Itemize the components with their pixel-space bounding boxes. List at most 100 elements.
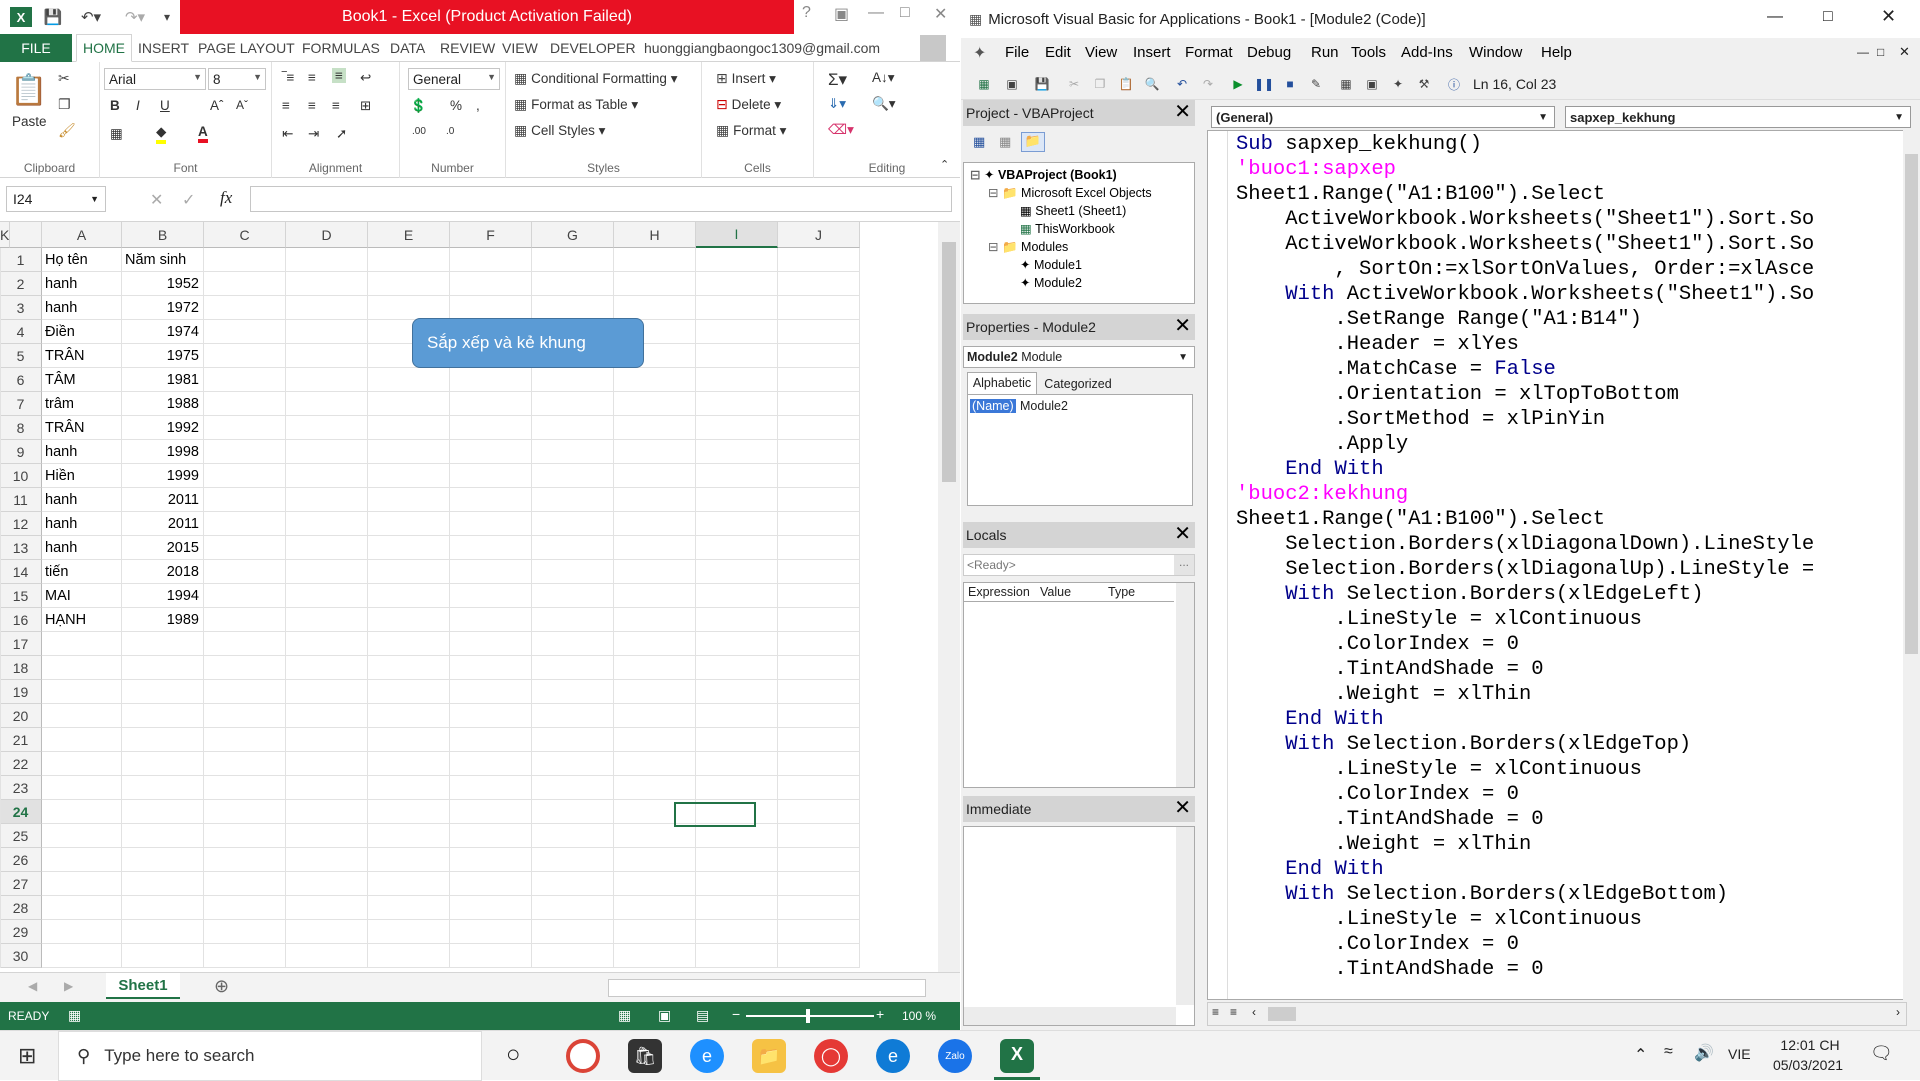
column-header[interactable]: B bbox=[122, 222, 204, 248]
row-header[interactable]: 3 bbox=[0, 296, 42, 320]
row-header[interactable]: 23 bbox=[0, 776, 42, 800]
vba-paste-icon[interactable]: 📋 bbox=[1117, 75, 1135, 93]
show-hidden-icons[interactable]: ⌃ bbox=[1634, 1045, 1647, 1065]
new-sheet-icon[interactable]: ⊕ bbox=[214, 976, 229, 997]
insert-cells-button[interactable]: ⊞ Insert ▾ bbox=[716, 70, 776, 87]
code-line[interactable]: 'buoc1:sapxep bbox=[1236, 158, 1396, 181]
row-header[interactable]: 2 bbox=[0, 272, 42, 296]
column-header[interactable]: H bbox=[614, 222, 696, 248]
row-header[interactable]: 17 bbox=[0, 632, 42, 656]
row-header[interactable]: 21 bbox=[0, 728, 42, 752]
zoom-thumb[interactable] bbox=[806, 1009, 810, 1023]
font-name-select[interactable]: Arial ▼ bbox=[104, 68, 206, 90]
vba-minimize-icon[interactable]: — bbox=[1767, 8, 1783, 26]
cell-year[interactable]: 1981 bbox=[125, 368, 199, 392]
scroll-left-icon[interactable]: ‹ bbox=[1252, 1005, 1256, 1019]
wrap-text-icon[interactable]: ↩ bbox=[360, 70, 371, 86]
volume-icon[interactable]: 🔊 bbox=[1694, 1043, 1714, 1063]
code-line[interactable]: End With bbox=[1236, 858, 1383, 881]
cell-name[interactable]: trâm bbox=[45, 392, 117, 416]
file-explorer-icon[interactable]: 📁 bbox=[752, 1039, 786, 1073]
macro-record-icon[interactable]: ▦ bbox=[68, 1007, 81, 1024]
locals-pane-close-icon[interactable]: ✕ bbox=[1174, 524, 1191, 544]
row-header[interactable]: 10 bbox=[0, 464, 42, 488]
macro-button[interactable]: Sắp xếp và kẻ khung bbox=[412, 318, 644, 368]
tab-insert[interactable]: INSERT bbox=[138, 34, 189, 62]
vba-close-icon[interactable]: ✕ bbox=[1881, 6, 1896, 27]
immediate-input[interactable] bbox=[963, 826, 1195, 1026]
cell-year[interactable]: 2011 bbox=[125, 512, 199, 536]
scroll-thumb[interactable] bbox=[942, 242, 956, 482]
code-line[interactable]: .Apply bbox=[1236, 433, 1408, 456]
cell-name[interactable]: MAI bbox=[45, 584, 117, 608]
property-name-key[interactable]: (Name) bbox=[970, 399, 1016, 413]
insert-userform-icon[interactable]: ▣ bbox=[1003, 75, 1021, 93]
copy-icon[interactable]: ❐ bbox=[58, 96, 71, 113]
row-header[interactable]: 13 bbox=[0, 536, 42, 560]
tab-categorized[interactable]: Categorized bbox=[1039, 374, 1117, 394]
align-top-icon[interactable]: ‾≡ bbox=[282, 70, 294, 85]
align-bottom-icon[interactable]: ≡ bbox=[332, 68, 346, 83]
code-line[interactable]: .TintAndShade = 0 bbox=[1236, 658, 1543, 681]
code-line[interactable]: With ActiveWorkbook.Worksheets("Sheet1")… bbox=[1236, 283, 1814, 306]
tab-alphabetic[interactable]: Alphabetic bbox=[967, 372, 1037, 394]
cancel-icon[interactable]: ✕ bbox=[150, 190, 163, 210]
locals-scrollbar[interactable] bbox=[1176, 583, 1194, 787]
close-icon[interactable]: ✕ bbox=[934, 4, 947, 24]
code-line[interactable]: .ColorIndex = 0 bbox=[1236, 933, 1519, 956]
increase-indent-icon[interactable]: ⇥ bbox=[308, 126, 319, 142]
vba-maximize-icon[interactable]: □ bbox=[1823, 8, 1833, 26]
maximize-icon[interactable]: □ bbox=[900, 4, 910, 22]
row-header[interactable]: 22 bbox=[0, 752, 42, 776]
code-line[interactable]: .SetRange Range("A1:B14") bbox=[1236, 308, 1642, 331]
paste-button[interactable]: Paste bbox=[12, 114, 47, 129]
align-center-icon[interactable]: ≡ bbox=[308, 98, 316, 113]
code-line[interactable]: .MatchCase = False bbox=[1236, 358, 1555, 381]
row-header[interactable]: 18 bbox=[0, 656, 42, 680]
code-line[interactable]: .LineStyle = xlContinuous bbox=[1236, 758, 1642, 781]
menu-help[interactable]: Help bbox=[1541, 44, 1572, 61]
code-close-icon[interactable]: ✕ bbox=[1899, 44, 1910, 60]
merge-center-icon[interactable]: ⊞ bbox=[360, 98, 371, 114]
align-right-icon[interactable]: ≡ bbox=[332, 98, 340, 113]
cut-icon[interactable]: ✂ bbox=[58, 70, 70, 87]
code-line[interactable]: Sub sapxep_kekhung() bbox=[1236, 133, 1482, 156]
code-line[interactable]: ActiveWorkbook.Worksheets("Sheet1").Sort… bbox=[1236, 208, 1814, 231]
row-header[interactable]: 11 bbox=[0, 488, 42, 512]
cell-year[interactable]: 1972 bbox=[125, 296, 199, 320]
normal-view-icon[interactable]: ▦ bbox=[618, 1007, 631, 1024]
name-box[interactable]: I24 ▼ bbox=[6, 186, 106, 212]
cell-name[interactable]: tiến bbox=[45, 560, 117, 584]
code-line[interactable]: Selection.Borders(xlDiagonalDown).LineSt… bbox=[1236, 533, 1814, 556]
cell-name[interactable]: hanh bbox=[45, 536, 117, 560]
column-header[interactable]: G bbox=[532, 222, 614, 248]
code-line[interactable]: .ColorIndex = 0 bbox=[1236, 783, 1519, 806]
properties-object-select[interactable]: Module2 Module ▼ bbox=[963, 346, 1195, 368]
edge-icon[interactable]: e bbox=[876, 1039, 910, 1073]
paste-icon[interactable]: 📋 bbox=[10, 70, 47, 110]
code-line[interactable]: End With bbox=[1236, 458, 1383, 481]
column-header[interactable]: C bbox=[204, 222, 286, 248]
row-header[interactable]: 7 bbox=[0, 392, 42, 416]
save-icon[interactable]: 💾 bbox=[42, 6, 64, 28]
code-line[interactable]: .Weight = xlThin bbox=[1236, 683, 1531, 706]
cell-name[interactable]: TÂM bbox=[45, 368, 117, 392]
tree-excel-objects[interactable]: ⊟ 📁 Microsoft Excel Objects bbox=[988, 185, 1152, 201]
tab-data[interactable]: DATA bbox=[390, 34, 425, 62]
row-header[interactable]: 15 bbox=[0, 584, 42, 608]
code-line[interactable]: .Orientation = xlTopToBottom bbox=[1236, 383, 1678, 406]
tab-page-layout[interactable]: PAGE LAYOUT bbox=[198, 34, 295, 62]
break-icon[interactable]: ❚❚ bbox=[1254, 75, 1274, 93]
format-as-table-button[interactable]: ▦ Format as Table ▾ bbox=[514, 96, 638, 113]
insert-function-icon[interactable]: fx bbox=[220, 188, 232, 208]
account-email[interactable]: huonggiangbaongoc1309@gmail.com bbox=[644, 34, 880, 62]
cell-name[interactable]: HẠNH bbox=[45, 608, 117, 632]
notifications-icon[interactable]: 🗨 bbox=[1870, 1043, 1893, 1064]
row-header[interactable]: 19 bbox=[0, 680, 42, 704]
borders-icon[interactable]: ▦ bbox=[110, 126, 123, 142]
cell-name[interactable]: hanh bbox=[45, 296, 117, 320]
store-icon[interactable]: 🛍 bbox=[628, 1039, 662, 1073]
zoom-level[interactable]: 100 % bbox=[902, 1009, 936, 1023]
column-header[interactable]: I bbox=[696, 222, 778, 248]
row-header[interactable]: 1 bbox=[0, 248, 42, 272]
